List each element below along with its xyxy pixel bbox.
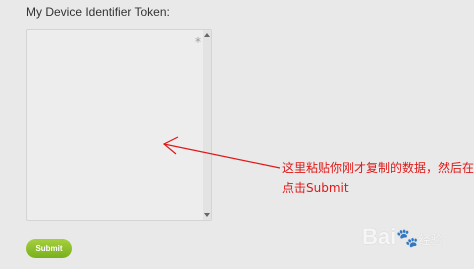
token-textarea-container: * [26,29,212,221]
annotation-line-2: 点击Submit [282,181,349,195]
textarea-scrollbar[interactable] [203,30,211,220]
scroll-down-icon[interactable] [204,213,210,217]
token-label: My Device Identifier Token: [26,5,170,19]
annotation-line-1: 这里粘贴你刚才复制的数据，然后在 [282,161,474,175]
required-marker: * [195,35,201,49]
scroll-up-icon[interactable] [204,33,210,37]
annotation-text: 这里粘贴你刚才复制的数据，然后在 点击Submit [282,158,474,198]
watermark-suffix: 经验 [418,233,443,247]
submit-button[interactable]: Submit [26,239,72,258]
watermark-text: Bai [362,224,397,249]
token-textarea[interactable] [27,30,203,220]
paw-icon: 🐾 [396,227,419,248]
baidu-watermark: Bai🐾经验 [362,224,443,250]
